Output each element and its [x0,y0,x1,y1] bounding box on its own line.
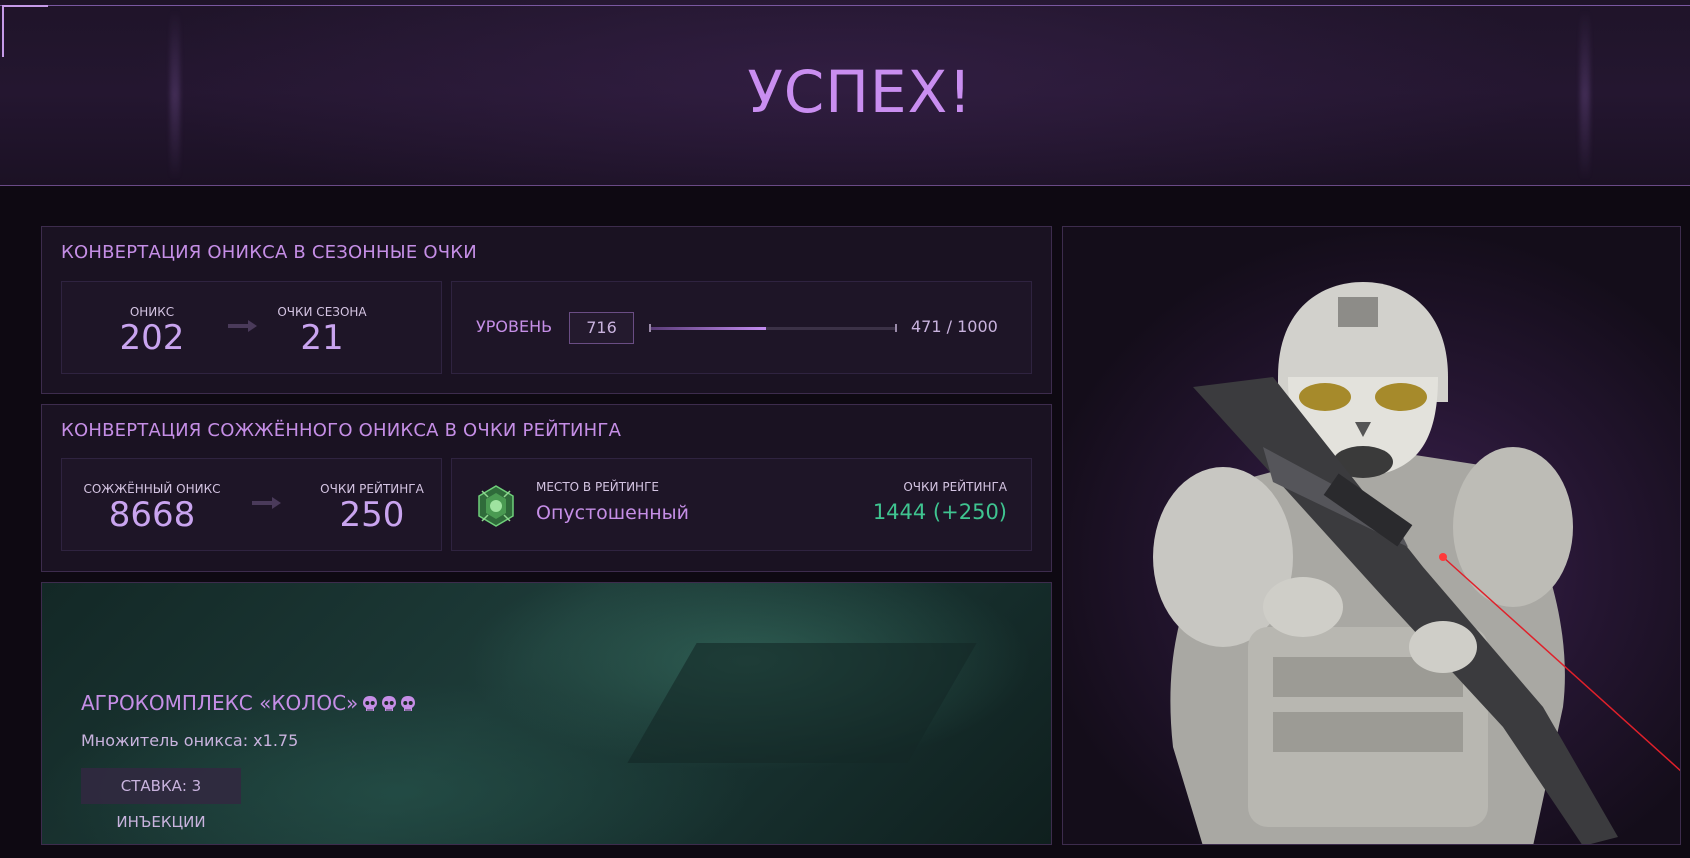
rating-points-label: ОЧКИ РЕЙТИНГА [320,482,424,496]
rank-emblem-icon [478,485,514,527]
arrow-right-icon [228,320,257,332]
season-points-label: ОЧКИ СЕЗОНА [277,305,367,319]
onyx-conversion-title: КОНВЕРТАЦИЯ ОНИКСА В СЕЗОННЫЕ ОЧКИ [61,242,477,263]
map-background-scenery [627,643,977,763]
onyx-conversion-panel: КОНВЕРТАЦИЯ ОНИКСА В СЕЗОННЫЕ ОЧКИ ОНИКС… [41,226,1052,394]
onyx-multiplier: Множитель оникса: x1.75 [81,731,299,750]
difficulty-indicator [362,695,416,713]
level-label: УРОВЕНЬ [476,317,553,336]
progress-end-tick [895,324,897,332]
burned-onyx-label: СОЖЖЁННЫЙ ОНИКС [83,482,221,496]
total-rating-label: ОЧКИ РЕЙТИНГА [903,480,1007,494]
onyx-to-points-box: ОНИКС 202 ОЧКИ СЕЗОНА 21 [61,281,442,374]
total-rating-value: 1444 (+250) [872,500,1007,524]
rating-points-value: 250 [339,495,405,535]
burned-conversion-title: КОНВЕРТАЦИЯ СОЖЖЁННОГО ОНИКСА В ОЧКИ РЕЙ… [61,420,622,441]
skull-icon [363,696,377,711]
arrow-right-icon [252,497,281,509]
soldier-character-image [1153,282,1680,844]
level-value-box: 716 [569,312,634,344]
character-preview [1062,226,1681,845]
map-card: АГРОКОМПЛЕКС «КОЛОС» Множитель оникса: x… [41,582,1052,845]
burned-onyx-value: 8668 [108,495,196,535]
stake-badge: СТАВКА: 3 ИНЪЕКЦИИ [81,768,241,831]
level-progress-text: 471 / 1000 [911,317,998,336]
page-title: УСПЕХ! [747,58,973,126]
level-progress-bar [651,327,895,330]
rank-box: МЕСТО В РЕЙТИНГЕ Опустошенный ОЧКИ РЕЙТИ… [451,458,1032,551]
map-name: АГРОКОМПЛЕКС «КОЛОС» [81,691,359,715]
skull-icon [401,696,415,711]
header-banner: УСПЕХ! [0,0,1690,186]
rank-name: Опустошенный [536,502,690,524]
onyx-value: 202 [119,318,185,358]
rank-place-label: МЕСТО В РЕЙТИНГЕ [536,480,659,494]
level-progress-box: УРОВЕНЬ 716 471 / 1000 [451,281,1032,374]
season-points-value: 21 [300,318,344,358]
header-corner-accent-vertical [2,5,4,57]
onyx-label: ОНИКС [129,305,175,319]
burned-to-rating-box: СОЖЖЁННЫЙ ОНИКС 8668 ОЧКИ РЕЙТИНГА 250 [61,458,442,551]
level-progress-fill [651,327,766,330]
header-corner-accent [2,5,48,7]
skull-icon [382,696,396,711]
burned-onyx-conversion-panel: КОНВЕРТАЦИЯ СОЖЖЁННОГО ОНИКСА В ОЧКИ РЕЙ… [41,404,1052,572]
